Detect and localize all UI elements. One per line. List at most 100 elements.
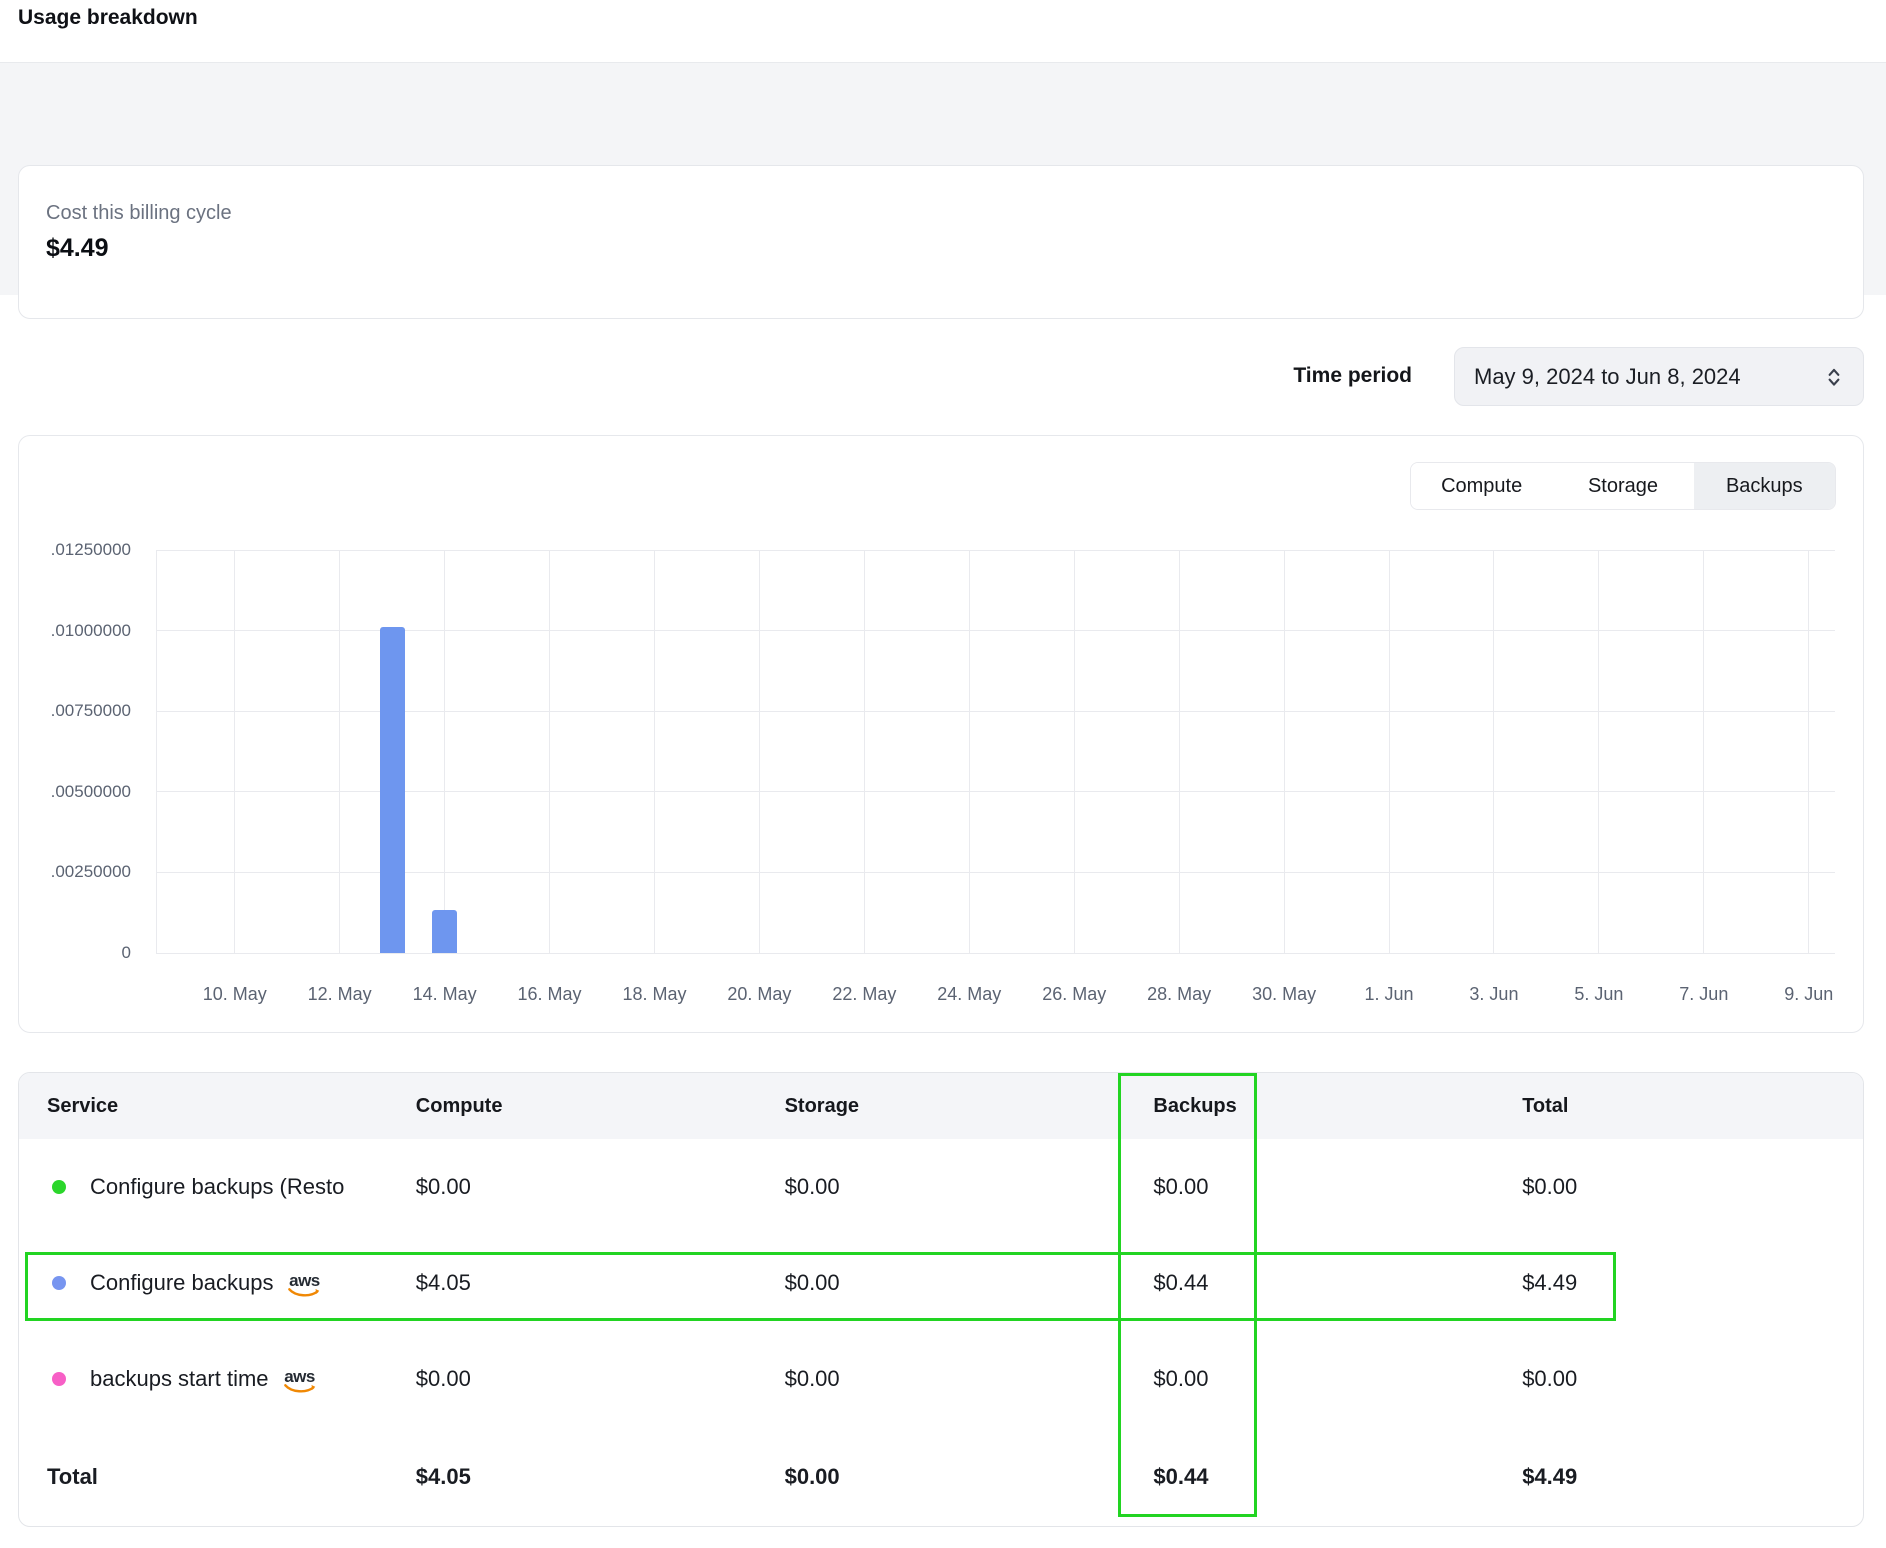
x-tick-label: 16. May (495, 984, 605, 1005)
x-tick-label: 10. May (180, 984, 290, 1005)
x-gridline (444, 550, 445, 953)
x-gridline (234, 550, 235, 953)
unfold-chevron-icon (1821, 364, 1847, 390)
aws-smile-icon (287, 1287, 321, 1298)
page-title: Usage breakdown (18, 6, 198, 30)
y-tick-label: .01000000 (26, 621, 131, 641)
compute-value: $0.00 (388, 1139, 757, 1235)
table-row: Configure backups (Resto$0.00$0.00$0.00$… (19, 1139, 1863, 1235)
series-color-dot (52, 1180, 66, 1194)
y-tick-label: .01250000 (26, 540, 131, 560)
x-tick-label: 18. May (599, 984, 709, 1005)
column-header-backups: Backups (1125, 1073, 1494, 1139)
cost-card: Cost this billing cycle $4.49 (18, 165, 1864, 319)
x-tick-label: 1. Jun (1334, 984, 1444, 1005)
x-tick-label: 20. May (704, 984, 814, 1005)
x-tick-label: 3. Jun (1439, 984, 1549, 1005)
chart-metric-tabs: Compute Storage Backups (1410, 462, 1836, 510)
total-value: $0.00 (1494, 1331, 1863, 1427)
x-tick-label: 12. May (285, 984, 395, 1005)
tab-storage[interactable]: Storage (1552, 463, 1693, 509)
x-gridline (1074, 550, 1075, 953)
y-axis-line (156, 550, 157, 953)
service-name: backups start time (90, 1366, 269, 1392)
total-total-value: $4.49 (1494, 1427, 1863, 1527)
y-gridline (156, 550, 1835, 551)
aws-logo-icon: aws (283, 1369, 317, 1394)
x-gridline (549, 550, 550, 953)
backups-value: $0.00 (1125, 1139, 1494, 1235)
x-gridline (1598, 550, 1599, 953)
x-gridline (339, 550, 340, 953)
storage-value: $0.00 (757, 1235, 1126, 1331)
service-cell: Configure backups (Resto (19, 1139, 388, 1235)
tab-backups[interactable]: Backups (1694, 463, 1835, 509)
y-gridline (156, 630, 1835, 631)
x-gridline (864, 550, 865, 953)
storage-value: $0.00 (757, 1331, 1126, 1427)
chart-bar-13-May[interactable] (380, 627, 405, 953)
cost-card-label: Cost this billing cycle (46, 202, 232, 225)
plot-area: 0.00250000.00500000.00750000.01000000.01… (156, 550, 1835, 953)
service-name: Configure backups (90, 1270, 273, 1296)
total-value: $0.00 (1494, 1139, 1863, 1235)
time-period-value: May 9, 2024 to Jun 8, 2024 (1474, 364, 1821, 390)
total-compute-value: $4.05 (388, 1427, 757, 1527)
column-header-compute: Compute (388, 1073, 757, 1139)
total-storage-value: $0.00 (757, 1427, 1126, 1527)
x-tick-label: 30. May (1229, 984, 1339, 1005)
x-tick-label: 24. May (914, 984, 1024, 1005)
series-color-dot (52, 1372, 66, 1386)
compute-value: $4.05 (388, 1235, 757, 1331)
aws-smile-icon (283, 1383, 317, 1394)
usage-chart-card: Compute Storage Backups 0.00250000.00500… (18, 435, 1864, 1033)
y-tick-label: 0 (26, 943, 131, 963)
column-header-total: Total (1494, 1073, 1863, 1139)
series-color-dot (52, 1276, 66, 1290)
storage-value: $0.00 (757, 1139, 1126, 1235)
time-period-select[interactable]: May 9, 2024 to Jun 8, 2024 (1454, 347, 1864, 406)
y-gridline (156, 711, 1835, 712)
column-header-service: Service (19, 1073, 388, 1139)
tab-compute[interactable]: Compute (1411, 463, 1552, 509)
x-gridline (1808, 550, 1809, 953)
x-gridline (969, 550, 970, 953)
table-body: Configure backups (Resto$0.00$0.00$0.00$… (19, 1139, 1863, 1427)
x-tick-label: 22. May (809, 984, 919, 1005)
service-name: Configure backups (Resto (90, 1174, 344, 1200)
x-gridline (1179, 550, 1180, 953)
y-gridline (156, 791, 1835, 792)
y-gridline (156, 872, 1835, 873)
x-gridline (1703, 550, 1704, 953)
x-tick-label: 9. Jun (1754, 984, 1864, 1005)
column-header-storage: Storage (757, 1073, 1126, 1139)
chart-bar-14-May[interactable] (432, 910, 457, 953)
total-value: $4.49 (1494, 1235, 1863, 1331)
service-cell: Configure backups aws (19, 1235, 388, 1331)
x-gridline (654, 550, 655, 953)
backups-value: $0.44 (1125, 1235, 1494, 1331)
table-row: Configure backups aws $4.05$0.00$0.44$4.49 (19, 1235, 1863, 1331)
aws-logo-icon: aws (287, 1273, 321, 1298)
time-period-label: Time period (1200, 364, 1412, 388)
compute-value: $0.00 (388, 1331, 757, 1427)
aws-logo-text: aws (289, 1273, 320, 1288)
y-tick-label: .00750000 (26, 701, 131, 721)
table-row: backups start timeaws$0.00$0.00$0.00$0.0… (19, 1331, 1863, 1427)
table-header-row: Service Compute Storage Backups Total (19, 1073, 1863, 1139)
y-tick-label: .00250000 (26, 862, 131, 882)
x-gridline (1389, 550, 1390, 953)
service-cell: backups start time aws (19, 1331, 388, 1427)
table-total-row: Total $4.05 $0.00 $0.44 $4.49 (19, 1427, 1863, 1527)
summary-band: Cost this billing cycle $4.49 (0, 62, 1886, 295)
x-tick-label: 5. Jun (1544, 984, 1654, 1005)
x-gridline (1493, 550, 1494, 953)
x-tick-label: 28. May (1124, 984, 1234, 1005)
backups-value: $0.00 (1125, 1331, 1494, 1427)
x-gridline (1284, 550, 1285, 953)
usage-breakdown-page: Usage breakdown Cost this billing cycle … (0, 0, 1886, 1548)
x-tick-label: 7. Jun (1649, 984, 1759, 1005)
x-gridline (759, 550, 760, 953)
x-tick-label: 14. May (390, 984, 500, 1005)
y-gridline (156, 953, 1835, 954)
